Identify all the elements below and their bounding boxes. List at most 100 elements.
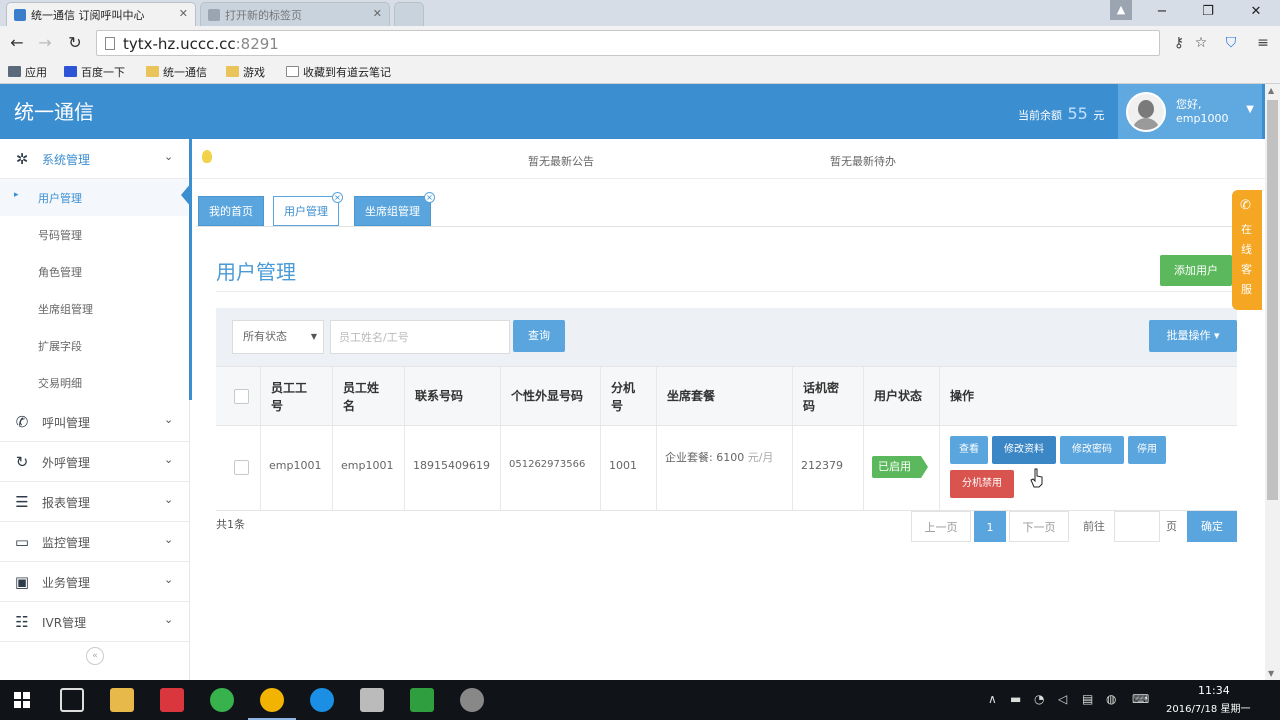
sidebar-item-business[interactable]: ▣ 业务管理 ⌄: [0, 562, 190, 602]
task-view-icon[interactable]: [60, 688, 84, 712]
row-checkbox[interactable]: [234, 460, 249, 475]
close-tab-icon[interactable]: ✕: [373, 7, 382, 20]
close-tab-icon[interactable]: ✕: [179, 7, 188, 20]
shield-extension-icon[interactable]: ⛉: [1220, 32, 1242, 54]
bookmark-baidu[interactable]: 百度一下: [64, 64, 125, 80]
site-favicon-icon: [14, 9, 26, 21]
bookmark-star-icon[interactable]: ☆: [1190, 32, 1212, 54]
chevron-down-icon: ⌄: [164, 613, 174, 626]
app-icon[interactable]: [410, 688, 434, 712]
outbound-call-icon: ↻: [15, 453, 29, 471]
column-header: 员工工号: [261, 367, 333, 425]
bookmark-games[interactable]: 游戏: [226, 64, 265, 80]
browser-tab-active[interactable]: 统一通信 订阅呼叫中心 ✕: [6, 2, 196, 26]
close-tab-icon[interactable]: ×: [332, 192, 343, 203]
volume-icon[interactable]: ◁: [1058, 692, 1067, 706]
scrollbar-thumb[interactable]: [1267, 100, 1278, 500]
windows-start-icon[interactable]: [14, 692, 30, 708]
add-user-button[interactable]: 添加用户: [1160, 255, 1232, 286]
disable-button[interactable]: 停用: [1128, 436, 1166, 464]
batch-operation-button[interactable]: 批量操作 ▾: [1149, 320, 1237, 352]
file-explorer-icon[interactable]: [110, 688, 134, 712]
column-header: 员工姓名: [333, 367, 405, 425]
announcement-text[interactable]: 暂无最新公告: [528, 153, 594, 169]
select-all-checkbox[interactable]: [234, 389, 249, 404]
bookmarks-bar: 应用 百度一下 统一通信 游戏 收藏到有道云笔记: [0, 60, 1280, 84]
restore-window-icon[interactable]: ❐: [1186, 0, 1230, 24]
wechat-icon[interactable]: [210, 688, 234, 712]
sidebar-sub-agent-group[interactable]: 坐席组管理: [0, 290, 188, 327]
keyboard-icon[interactable]: ⌨: [1132, 692, 1149, 706]
status-badge: 已启用: [872, 456, 928, 478]
scroll-up-icon[interactable]: ▲: [1268, 86, 1274, 95]
avatar: [1126, 92, 1166, 132]
minimize-window-icon[interactable]: −: [1140, 0, 1184, 24]
page-1-button[interactable]: 1: [974, 511, 1006, 542]
back-arrow-icon[interactable]: ←: [6, 32, 28, 54]
change-password-button[interactable]: 修改密码: [1060, 436, 1124, 464]
page-scrollbar[interactable]: ▲ ▼: [1265, 84, 1280, 680]
sidebar-collapse-icon[interactable]: «: [86, 647, 104, 665]
account-balance: 当前余额 55 元: [1018, 104, 1105, 123]
bookmark-apps[interactable]: 应用: [8, 64, 47, 80]
sidebar-item-call[interactable]: ✆ 呼叫管理 ⌄: [0, 402, 190, 442]
chrome-icon[interactable]: [248, 688, 296, 720]
browser-tab-inactive[interactable]: 打开新的标签页 ✕: [200, 2, 390, 26]
sidebar-sub-user-management[interactable]: ▸ 用户管理: [0, 179, 188, 216]
cell-emp-id: emp1001: [269, 459, 322, 472]
view-button[interactable]: 查看: [950, 436, 988, 464]
bookmark-tytx[interactable]: 统一通信: [146, 64, 207, 80]
sidebar-sub-extension-fields[interactable]: 扩展字段: [0, 327, 188, 364]
key-icon[interactable]: ⚷: [1168, 32, 1190, 54]
column-header: 个性外显号码: [501, 367, 601, 425]
app-logo[interactable]: 统一通信: [14, 96, 94, 125]
status-select[interactable]: 所有状态 ▼: [232, 320, 324, 354]
sidebar-item-ivr[interactable]: ☷ IVR管理 ⌄: [0, 602, 190, 642]
clock-time[interactable]: 11:34: [1198, 684, 1230, 697]
calculator-icon[interactable]: [360, 688, 384, 712]
bookmark-youdao[interactable]: 收藏到有道云笔记: [286, 64, 391, 80]
user-menu[interactable]: 您好, emp1000 ▼: [1118, 84, 1262, 139]
confirm-page-button[interactable]: 确定: [1187, 511, 1237, 542]
disable-extension-button[interactable]: 分机禁用: [950, 470, 1014, 498]
app-icon[interactable]: [160, 688, 184, 712]
search-button[interactable]: 查询: [513, 320, 565, 352]
tab-user-management[interactable]: 用户管理 ×: [273, 192, 343, 226]
close-window-icon[interactable]: ✕: [1234, 0, 1278, 24]
next-page-button[interactable]: 下一页: [1009, 511, 1069, 542]
tray-expand-icon[interactable]: ∧: [988, 692, 997, 706]
reload-icon[interactable]: ↻: [64, 32, 86, 54]
clock-date[interactable]: 2016/7/18 星期一: [1166, 700, 1250, 715]
sidebar-item-reports[interactable]: ☰ 报表管理 ⌄: [0, 482, 190, 522]
sidebar-item-monitor[interactable]: ▭ 监控管理 ⌄: [0, 522, 190, 562]
network-icon[interactable]: ◔: [1034, 692, 1044, 706]
online-support-widget[interactable]: ✆ 在线客服: [1232, 190, 1262, 310]
sidebar-sub-transactions[interactable]: 交易明细: [0, 364, 188, 401]
forward-arrow-icon[interactable]: →: [34, 32, 56, 54]
tab-agent-group[interactable]: 坐席组管理 ×: [354, 192, 435, 226]
battery-icon[interactable]: ▬: [1010, 692, 1021, 706]
user-greeting: 您好,: [1176, 98, 1202, 111]
tab-home[interactable]: 我的首页: [198, 196, 264, 226]
close-tab-icon[interactable]: ×: [424, 192, 435, 203]
notification-icon[interactable]: ◍: [1106, 692, 1116, 706]
edit-profile-button[interactable]: 修改资料: [992, 436, 1056, 464]
windows-taskbar: ∧ ▬ ◔ ◁ ▤ ◍ ⌨: [0, 680, 1280, 720]
sidebar-sub-number-management[interactable]: 号码管理: [0, 216, 188, 253]
page-number-input[interactable]: [1114, 511, 1160, 542]
address-bar[interactable]: tytx-hz.uccc.cc:8291: [96, 30, 1160, 56]
scroll-down-icon[interactable]: ▼: [1268, 669, 1274, 678]
search-input[interactable]: [330, 320, 510, 354]
app-icon[interactable]: [460, 688, 484, 712]
message-icon[interactable]: ▤: [1082, 692, 1093, 706]
sidebar-sub-role-management[interactable]: 角色管理: [0, 253, 188, 290]
new-tab-button[interactable]: [394, 2, 424, 26]
todo-text[interactable]: 暂无最新待办: [830, 153, 896, 169]
sidebar-item-system[interactable]: ✲ 系统管理 ⌄: [0, 139, 190, 179]
sidebar-item-outbound[interactable]: ↻ 外呼管理 ⌄: [0, 442, 190, 482]
browser-profile-icon[interactable]: ▲: [1110, 0, 1132, 20]
browser-app-icon[interactable]: [310, 688, 334, 712]
prev-page-button[interactable]: 上一页: [911, 511, 971, 542]
menu-icon[interactable]: ≡: [1252, 32, 1274, 54]
baidu-icon: [64, 66, 77, 77]
